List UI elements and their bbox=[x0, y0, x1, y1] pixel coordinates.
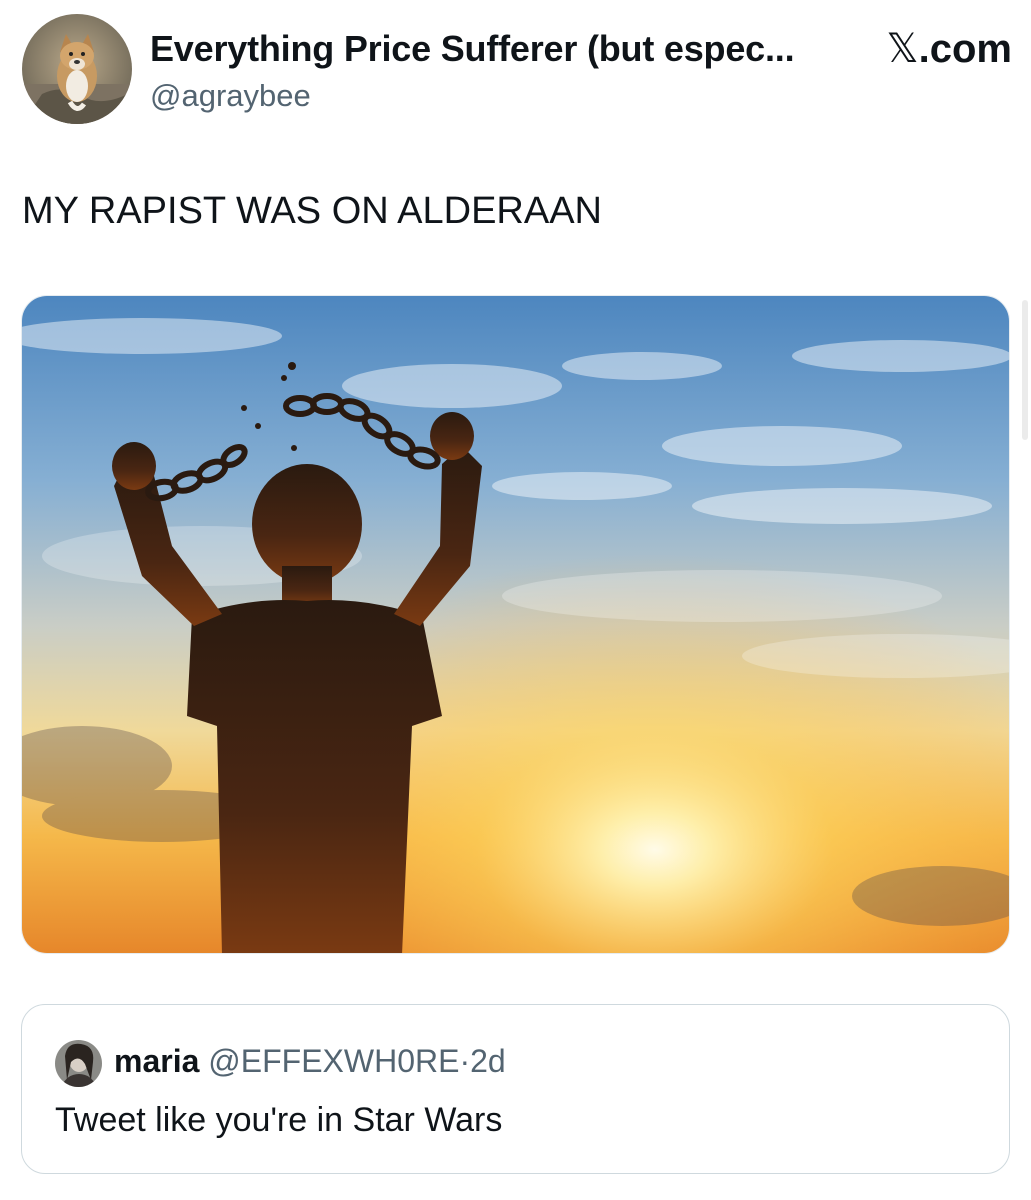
quoted-timestamp[interactable]: 2d bbox=[470, 1043, 506, 1079]
quoted-author-name[interactable]: maria bbox=[114, 1043, 199, 1079]
quoted-separator: · bbox=[459, 1043, 471, 1079]
user-avatar-icon bbox=[55, 1040, 102, 1087]
tweet-text: MY RAPIST WAS ON ALDERAAN bbox=[22, 190, 603, 232]
quoted-author-handle[interactable]: @EFFEXWH0RE bbox=[208, 1043, 459, 1079]
quoted-header: maria @EFFEXWH0RE·2d bbox=[114, 1043, 506, 1080]
dog-avatar-icon bbox=[22, 14, 132, 124]
author-avatar[interactable] bbox=[22, 14, 132, 124]
silhouette-breaking-chains-sunset-image bbox=[22, 296, 1009, 953]
site-badge-suffix: .com bbox=[918, 27, 1012, 71]
tweet-header: Everything Price Sufferer (but espec... … bbox=[22, 14, 1012, 126]
author-display-name[interactable]: Everything Price Sufferer (but espec... bbox=[150, 28, 830, 70]
tweet-media[interactable] bbox=[21, 295, 1010, 954]
x-logo-icon: 𝕏 bbox=[886, 26, 919, 72]
site-badge: 𝕏.com bbox=[886, 26, 1012, 72]
quoted-tweet[interactable]: maria @EFFEXWH0RE·2d Tweet like you're i… bbox=[21, 1004, 1010, 1174]
scrollbar-thumb[interactable] bbox=[1022, 300, 1028, 440]
author-handle[interactable]: @agraybee bbox=[150, 78, 311, 114]
quoted-tweet-text: Tweet like you're in Star Wars bbox=[55, 1101, 503, 1139]
quoted-author-avatar[interactable] bbox=[55, 1040, 102, 1087]
